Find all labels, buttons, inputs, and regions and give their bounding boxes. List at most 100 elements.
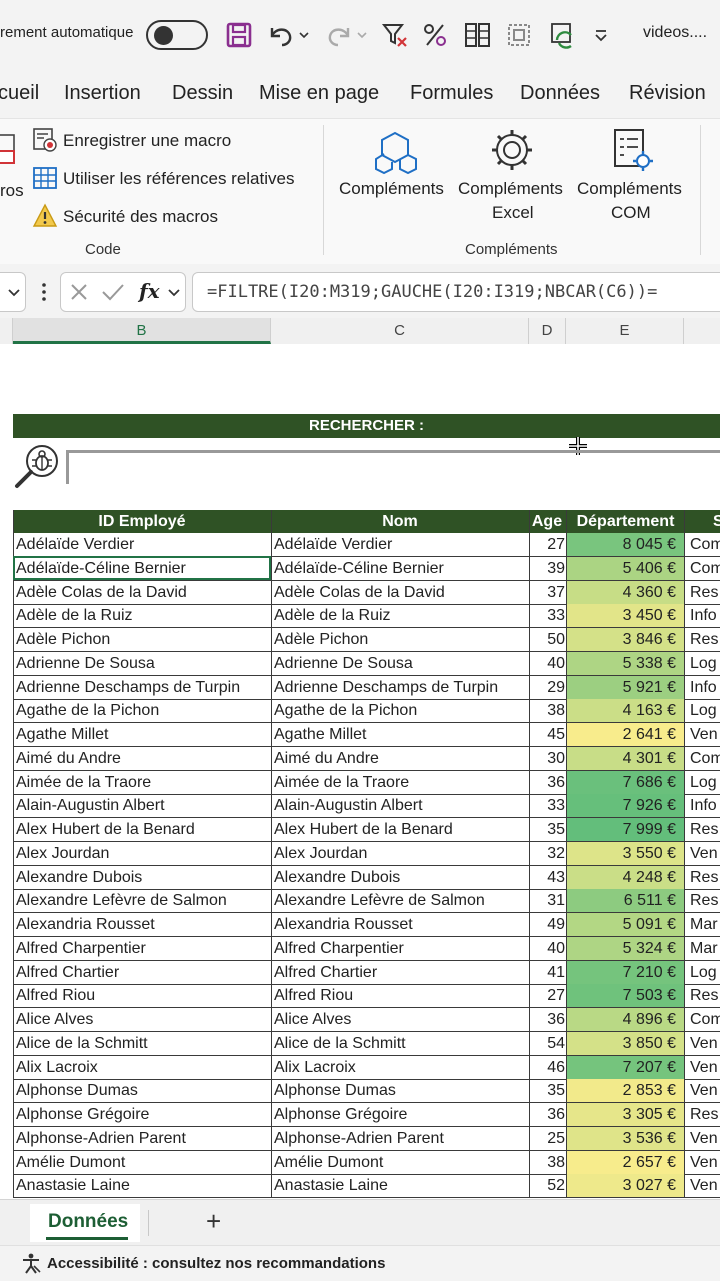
cell-nom[interactable]: Alice de la Schmitt <box>274 1032 526 1055</box>
cell-departement[interactable]: 4 248 € <box>567 865 684 889</box>
cell-departement[interactable]: 5 324 € <box>567 936 684 960</box>
cell-s[interactable]: Log <box>690 961 720 984</box>
table-row[interactable]: Alphonse-Adrien Parent Alphonse-Adrien Pa… <box>13 1126 720 1151</box>
cell-departement[interactable]: 3 550 € <box>567 841 684 865</box>
relative-references-icon[interactable] <box>32 165 58 191</box>
column-header-d[interactable]: D <box>529 318 566 344</box>
cell-s[interactable]: Com <box>690 747 720 770</box>
cell-s[interactable]: Com <box>690 533 720 556</box>
column-header-e[interactable]: E <box>566 318 684 344</box>
cell-nom[interactable]: Aimé du Andre <box>274 747 526 770</box>
add-sheet-button[interactable]: + <box>206 1206 221 1237</box>
cell-s[interactable]: Info <box>690 794 720 817</box>
cell-s[interactable]: Mar <box>690 937 720 960</box>
cell-s[interactable]: Log <box>690 652 720 675</box>
cell-age[interactable]: 31 <box>525 889 565 912</box>
cell-id-employe[interactable]: Alex Hubert de la Benard <box>16 818 268 841</box>
cell-departement[interactable]: 2 853 € <box>567 1079 684 1103</box>
table-row[interactable]: Alphonse Dumas Alphonse Dumas 35 2 853 € Ven <box>13 1079 720 1104</box>
cell-nom[interactable]: Adèle de la Ruiz <box>274 604 526 627</box>
macro-security-label[interactable]: Sécurité des macros <box>63 207 218 227</box>
macros-icon[interactable] <box>0 133 18 169</box>
cell-departement[interactable]: 4 360 € <box>567 580 684 604</box>
formula-input[interactable]: =FILTRE(I20:M319;GAUCHE(I20:I319;NBCAR(C… <box>192 272 720 312</box>
cell-age[interactable]: 43 <box>525 866 565 889</box>
table-row[interactable]: Alain-Augustin Albert Alain-Augustin Albe… <box>13 794 720 819</box>
cell-age[interactable]: 37 <box>525 581 565 604</box>
cell-departement[interactable]: 2 657 € <box>567 1150 684 1174</box>
record-macro-label[interactable]: Enregistrer une macro <box>63 131 231 151</box>
cell-departement[interactable]: 8 045 € <box>567 533 684 556</box>
cell-id-employe[interactable]: Alice de la Schmitt <box>16 1032 268 1055</box>
cell-age[interactable]: 46 <box>525 1056 565 1079</box>
cell-age[interactable]: 36 <box>525 1008 565 1031</box>
cell-departement[interactable]: 4 163 € <box>567 699 684 723</box>
cell-s[interactable]: Res <box>690 984 720 1007</box>
tab-insertion[interactable]: Insertion <box>64 82 141 105</box>
cell-nom[interactable]: Anastasie Laine <box>274 1174 526 1197</box>
record-macro-icon[interactable] <box>32 127 58 153</box>
cell-id-employe[interactable]: Alphonse-Adrien Parent <box>16 1127 268 1150</box>
cell-id-employe[interactable]: Adélaïde Verdier <box>16 533 268 556</box>
cell-age[interactable]: 54 <box>525 1032 565 1055</box>
cell-id-employe[interactable]: Alix Lacroix <box>16 1056 268 1079</box>
table-row[interactable]: Alfred Riou Alfred Riou 27 7 503 € Res <box>13 984 720 1009</box>
cell-id-employe[interactable]: Alfred Charpentier <box>16 937 268 960</box>
cell-id-employe[interactable]: Alphonse Grégoire <box>16 1103 268 1126</box>
addins-label[interactable]: Compléments <box>339 179 444 199</box>
cell-nom[interactable]: Adèle Pichon <box>274 628 526 651</box>
cell-departement[interactable]: 5 406 € <box>567 556 684 580</box>
com-addins-icon[interactable] <box>610 127 656 175</box>
cell-id-employe[interactable]: Agathe de la Pichon <box>16 699 268 722</box>
column-header-f[interactable] <box>684 318 720 344</box>
cell-nom[interactable]: Alphonse Dumas <box>274 1079 526 1102</box>
cell-id-employe[interactable]: Alexandria Rousset <box>16 913 268 936</box>
cell-age[interactable]: 40 <box>525 937 565 960</box>
cell-age[interactable]: 35 <box>525 818 565 841</box>
cell-s[interactable]: Ven <box>690 723 720 746</box>
table-row[interactable]: Alfred Chartier Alfred Chartier 41 7 210 € L… <box>13 960 720 985</box>
cell-age[interactable]: 27 <box>525 533 565 556</box>
cell-age[interactable]: 32 <box>525 842 565 865</box>
cell-nom[interactable]: Adrienne Deschamps de Turpin <box>274 676 526 699</box>
table-row[interactable]: Alexandre Dubois Alexandre Dubois 43 4 248 … <box>13 865 720 890</box>
cell-nom[interactable]: Agathe Millet <box>274 723 526 746</box>
tab-revision[interactable]: Révision <box>629 82 706 105</box>
cell-departement[interactable]: 7 999 € <box>567 818 684 841</box>
table-row[interactable]: Adélaïde Verdier Adélaïde Verdier 27 8 045 … <box>13 533 720 557</box>
cell-departement[interactable]: 5 338 € <box>567 651 684 675</box>
cell-age[interactable]: 36 <box>525 771 565 794</box>
cell-nom[interactable]: Alexandre Dubois <box>274 866 526 889</box>
excel-addins-label-1[interactable]: Compléments <box>458 179 563 199</box>
cell-s[interactable]: Ven <box>690 1032 720 1055</box>
table-row[interactable]: Alix Lacroix Alix Lacroix 46 7 207 € Ven <box>13 1055 720 1080</box>
table-row[interactable]: Amélie Dumont Amélie Dumont 38 2 657 € Ven <box>13 1150 720 1175</box>
cell-nom[interactable]: Alain-Augustin Albert <box>274 794 526 817</box>
table-row[interactable]: Aimée de la Traore Aimée de la Traore 36 7 … <box>13 770 720 795</box>
table-row[interactable]: Alex Hubert de la Benard Alex Hubert de l… <box>13 818 720 842</box>
tab-dessin[interactable]: Dessin <box>172 82 233 105</box>
table-row[interactable]: Adèle Pichon Adèle Pichon 50 3 846 € Res <box>13 628 720 652</box>
cell-departement[interactable]: 3 536 € <box>567 1126 684 1150</box>
cell-nom[interactable]: Adélaïde Verdier <box>274 533 526 556</box>
cell-s[interactable]: Com <box>690 1008 720 1031</box>
cell-age[interactable]: 38 <box>525 699 565 722</box>
cell-departement[interactable]: 3 850 € <box>567 1031 684 1055</box>
cell-s[interactable]: Ven <box>690 1151 720 1174</box>
cell-s[interactable]: Log <box>690 771 720 794</box>
cell-departement[interactable]: 6 511 € <box>567 889 684 913</box>
cell-age[interactable]: 30 <box>525 747 565 770</box>
more-options-icon[interactable] <box>42 282 46 302</box>
cell-age[interactable]: 50 <box>525 628 565 651</box>
cell-nom[interactable]: Alfred Charpentier <box>274 937 526 960</box>
cell-s[interactable]: Res <box>690 1103 720 1126</box>
cell-age[interactable]: 25 <box>525 1127 565 1150</box>
cell-s[interactable]: Res <box>690 818 720 841</box>
column-header-a[interactable] <box>0 318 13 344</box>
worksheet[interactable]: RECHERCHER : ID Employé Nom Age Départem… <box>0 344 720 1199</box>
cell-nom[interactable]: Amélie Dumont <box>274 1151 526 1174</box>
cell-s[interactable]: Ven <box>690 1079 720 1102</box>
cell-nom[interactable]: Alphonse-Adrien Parent <box>274 1127 526 1150</box>
cell-departement[interactable]: 7 686 € <box>567 770 684 794</box>
cell-nom[interactable]: Alphonse Grégoire <box>274 1103 526 1126</box>
